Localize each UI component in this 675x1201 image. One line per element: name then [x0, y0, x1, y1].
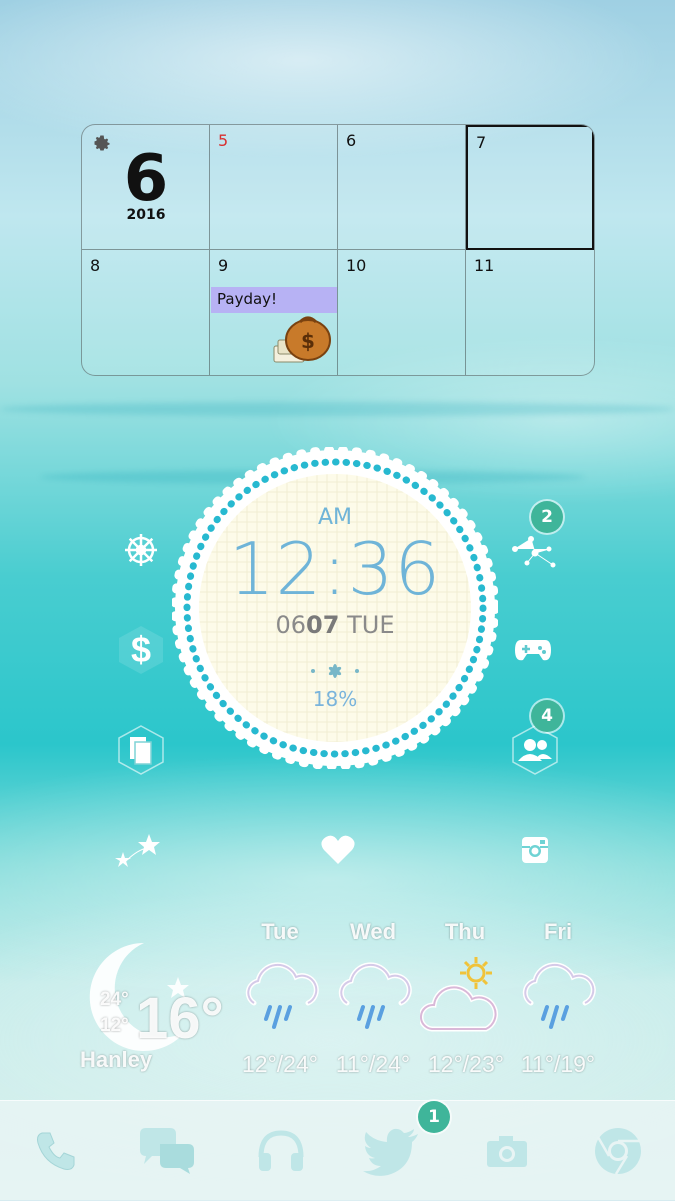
rain-cloud-icon: [333, 959, 413, 1043]
calendar-day-number: 6: [346, 131, 357, 150]
svg-text:$: $: [301, 329, 315, 353]
gamepad-icon[interactable]: [505, 622, 561, 678]
clock-date: 0607 TUE: [172, 611, 498, 639]
dock: 1: [0, 1100, 675, 1201]
calendar-day-cell-today[interactable]: 7: [466, 125, 594, 250]
twitter-icon[interactable]: [360, 1119, 424, 1183]
calendar-day-number: 11: [474, 256, 495, 275]
calendar-event[interactable]: Payday!: [211, 287, 337, 313]
sun-cloud-icon: [418, 955, 506, 1049]
calendar-day-number: 9: [218, 256, 229, 275]
calendar-day-cell[interactable]: 9 Payday! $: [210, 250, 338, 375]
calendar-day-number: 10: [346, 256, 367, 275]
weather-low: 12°: [100, 1015, 129, 1036]
contacts-icon[interactable]: [507, 722, 563, 778]
heart-icon[interactable]: [310, 822, 366, 878]
calendar-month-cell[interactable]: 6 2016: [82, 125, 210, 250]
forecast-range: 11°/19°: [520, 1051, 596, 1077]
calendar-month-number: 6: [123, 142, 169, 216]
calendar-day-cell[interactable]: 5: [210, 125, 338, 250]
weather-high: 24°: [100, 989, 129, 1010]
stars-icon[interactable]: [108, 825, 164, 881]
rain-cloud-icon: [517, 959, 597, 1043]
messages-icon[interactable]: [134, 1119, 198, 1183]
calendar-day-number: 8: [90, 256, 101, 275]
forecast-range: 12°/24°: [242, 1051, 318, 1077]
clock-widget[interactable]: AM 12:36 0607 TUE 18%: [172, 447, 498, 769]
headphones-icon[interactable]: [249, 1119, 313, 1183]
calendar-widget[interactable]: 6 2016 5 6 7 8 9 Payday! $ 10 11: [81, 124, 595, 376]
dollar-icon[interactable]: $: [113, 622, 169, 678]
clock-weekday: TUE: [347, 611, 395, 639]
money-bag-icon: $: [270, 312, 334, 372]
documents-icon[interactable]: [113, 722, 169, 778]
forecast-day: Wed: [349, 919, 397, 944]
notification-badge: 4: [531, 700, 563, 732]
forecast-range: 12°/23°: [428, 1051, 504, 1077]
calendar-day-cell[interactable]: 6: [338, 125, 466, 250]
calendar-year: 2016: [126, 207, 166, 223]
clock-time: 12:36: [228, 527, 442, 611]
clock-date-day: 07: [306, 611, 340, 639]
notification-badge: 1: [418, 1101, 450, 1133]
phone-icon[interactable]: [24, 1119, 88, 1183]
clock-date-month: 06: [275, 611, 307, 639]
calendar-day-number: 5: [218, 131, 229, 150]
rain-cloud-icon: [240, 959, 320, 1043]
camera-icon[interactable]: [475, 1119, 539, 1183]
calendar-day-cell[interactable]: 11: [466, 250, 594, 375]
notification-badge: 2: [531, 501, 563, 533]
weather-current-temp: 16°: [136, 986, 224, 1051]
weather-widget[interactable]: 24° 12° 16° Hanley Tue Wed Thu Fri 12°/2…: [60, 915, 660, 1085]
ship-wheel-icon[interactable]: [113, 522, 169, 578]
chrome-icon[interactable]: [586, 1119, 650, 1183]
forecast-range: 11°/24°: [335, 1051, 411, 1077]
calendar-day-cell[interactable]: 8: [82, 250, 210, 375]
calendar-day-number: 7: [476, 133, 487, 152]
calendar-day-cell[interactable]: 10: [338, 250, 466, 375]
battery-percent: 18%: [312, 687, 358, 711]
forecast-day: Fri: [543, 919, 573, 944]
water-caustic: [0, 402, 675, 416]
forecast-day: Tue: [261, 919, 299, 944]
instagram-icon[interactable]: [507, 822, 563, 878]
forecast-day: Thu: [444, 919, 486, 944]
weather-location: Hanley: [80, 1047, 153, 1072]
